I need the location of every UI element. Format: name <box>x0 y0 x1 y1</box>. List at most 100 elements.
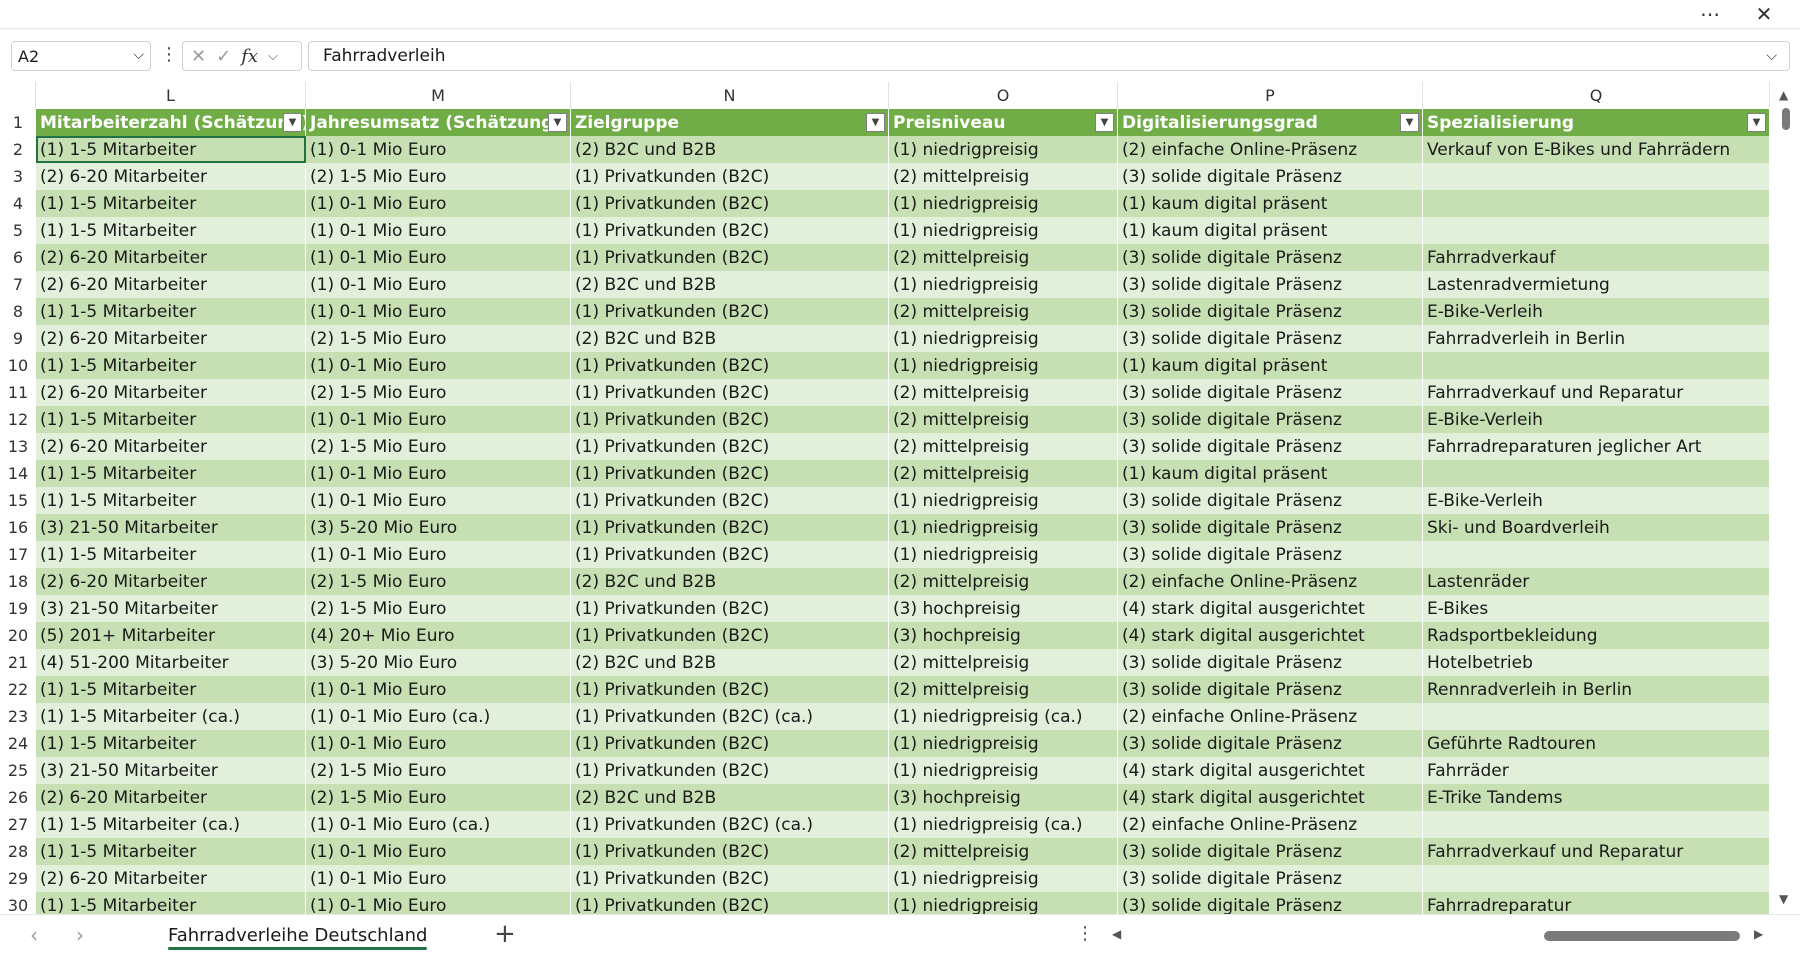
row-number[interactable]: 6 <box>0 244 36 271</box>
table-cell[interactable]: (2) einfache Online-Präsenz <box>1118 811 1423 838</box>
table-cell[interactable]: Ski- und Boardverleih <box>1423 514 1770 541</box>
more-options-icon[interactable]: ⋯ <box>1688 0 1732 28</box>
table-cell[interactable]: (1) 1-5 Mitarbeiter <box>36 541 306 568</box>
table-cell[interactable]: (4) 20+ Mio Euro <box>306 622 571 649</box>
table-cell[interactable]: (1) 1-5 Mitarbeiter <box>36 217 306 244</box>
row-number[interactable]: 18 <box>0 568 36 595</box>
filter-dropdown-icon[interactable]: ▼ <box>866 113 885 132</box>
table-cell[interactable]: (3) 21-50 Mitarbeiter <box>36 757 306 784</box>
table-cell[interactable]: (1) Privatkunden (B2C) <box>571 595 889 622</box>
table-cell[interactable]: (3) solide digitale Präsenz <box>1118 541 1423 568</box>
table-cell[interactable]: (1) Privatkunden (B2C) <box>571 676 889 703</box>
table-cell[interactable]: (1) Privatkunden (B2C) <box>571 244 889 271</box>
vertical-dots-icon[interactable]: ⋮ <box>1076 923 1094 944</box>
chevron-down-icon[interactable]: ⌵ <box>268 49 278 64</box>
vertical-dots-icon[interactable]: ⋮ <box>160 44 178 65</box>
table-cell[interactable]: (1) niedrigpreisig (ca.) <box>889 703 1118 730</box>
table-cell[interactable]: (1) Privatkunden (B2C) <box>571 730 889 757</box>
row-number[interactable]: 13 <box>0 433 36 460</box>
filter-dropdown-icon[interactable]: ▼ <box>1400 113 1419 132</box>
table-cell[interactable]: (1) Privatkunden (B2C) <box>571 298 889 325</box>
table-cell[interactable]: (1) 1-5 Mitarbeiter <box>36 487 306 514</box>
table-cell[interactable]: (1) Privatkunden (B2C) <box>571 757 889 784</box>
table-cell[interactable]: (2) B2C und B2B <box>571 784 889 811</box>
table-cell[interactable]: (3) solide digitale Präsenz <box>1118 406 1423 433</box>
row-number[interactable]: 4 <box>0 190 36 217</box>
row-number[interactable]: 21 <box>0 649 36 676</box>
table-cell[interactable]: (1) kaum digital präsent <box>1118 217 1423 244</box>
table-cell[interactable]: Fahrradreparaturen jeglicher Art <box>1423 433 1770 460</box>
confirm-icon[interactable]: ✓ <box>216 46 231 67</box>
table-cell[interactable]: Fahrräder <box>1423 757 1770 784</box>
table-cell[interactable]: (3) solide digitale Präsenz <box>1118 298 1423 325</box>
table-cell[interactable]: (2) 6-20 Mitarbeiter <box>36 865 306 892</box>
expand-formula-icon[interactable]: ⌵ <box>1766 48 1777 64</box>
table-cell[interactable]: (1) 0-1 Mio Euro <box>306 541 571 568</box>
table-cell[interactable]: (4) 51-200 Mitarbeiter <box>36 649 306 676</box>
table-cell[interactable]: (2) mittelpreisig <box>889 649 1118 676</box>
table-cell[interactable] <box>1423 811 1770 838</box>
row-number[interactable]: 25 <box>0 757 36 784</box>
table-cell[interactable]: (2) 1-5 Mio Euro <box>306 568 571 595</box>
table-cell[interactable]: (1) 1-5 Mitarbeiter <box>36 676 306 703</box>
table-cell[interactable]: (1) 0-1 Mio Euro <box>306 352 571 379</box>
table-cell[interactable]: (2) 6-20 Mitarbeiter <box>36 568 306 595</box>
row-number[interactable]: 9 <box>0 325 36 352</box>
table-cell[interactable]: (2) mittelpreisig <box>889 163 1118 190</box>
table-cell[interactable]: (2) B2C und B2B <box>571 271 889 298</box>
table-cell[interactable]: (2) 6-20 Mitarbeiter <box>36 325 306 352</box>
table-cell[interactable]: (3) solide digitale Präsenz <box>1118 730 1423 757</box>
table-cell[interactable]: (1) niedrigpreisig <box>889 730 1118 757</box>
header-cell[interactable]: Jahresumsatz (Schätzung) ▼ <box>306 109 571 136</box>
table-cell[interactable]: (1) 0-1 Mio Euro <box>306 271 571 298</box>
row-number[interactable]: 7 <box>0 271 36 298</box>
row-number[interactable]: 22 <box>0 676 36 703</box>
table-cell[interactable]: Fahrradverkauf <box>1423 244 1770 271</box>
table-cell[interactable]: (1) Privatkunden (B2C) <box>571 379 889 406</box>
row-number[interactable]: 28 <box>0 838 36 865</box>
table-cell[interactable]: (1) 0-1 Mio Euro <box>306 838 571 865</box>
row-number[interactable]: 11 <box>0 379 36 406</box>
sheet-tab-active[interactable]: Fahrradverleihe Deutschland <box>156 919 439 952</box>
table-cell[interactable]: (3) hochpreisig <box>889 595 1118 622</box>
table-cell[interactable]: (1) niedrigpreisig <box>889 892 1118 914</box>
table-cell[interactable] <box>1423 865 1770 892</box>
table-cell[interactable]: Fahrradverkauf und Reparatur <box>1423 838 1770 865</box>
table-cell[interactable]: (2) mittelpreisig <box>889 460 1118 487</box>
table-cell[interactable]: (1) 0-1 Mio Euro <box>306 244 571 271</box>
table-cell[interactable]: (1) Privatkunden (B2C) <box>571 541 889 568</box>
table-cell[interactable]: (2) mittelpreisig <box>889 433 1118 460</box>
table-cell[interactable]: (2) mittelpreisig <box>889 406 1118 433</box>
select-all-corner[interactable] <box>0 82 36 108</box>
table-cell[interactable]: (2) mittelpreisig <box>889 298 1118 325</box>
column-header[interactable]: O <box>889 82 1118 108</box>
table-cell[interactable]: (1) 0-1 Mio Euro <box>306 730 571 757</box>
table-cell[interactable]: (1) Privatkunden (B2C) <box>571 622 889 649</box>
table-cell[interactable]: (3) solide digitale Präsenz <box>1118 325 1423 352</box>
table-cell[interactable]: (1) 0-1 Mio Euro <box>306 298 571 325</box>
table-cell[interactable]: (2) einfache Online-Präsenz <box>1118 703 1423 730</box>
table-cell[interactable]: (1) 0-1 Mio Euro <box>306 460 571 487</box>
filter-dropdown-icon[interactable]: ▼ <box>1095 113 1114 132</box>
table-cell[interactable]: (2) B2C und B2B <box>571 325 889 352</box>
table-cell[interactable]: (2) einfache Online-Präsenz <box>1118 136 1423 163</box>
table-cell[interactable] <box>1423 217 1770 244</box>
table-cell[interactable]: (1) kaum digital präsent <box>1118 190 1423 217</box>
name-box[interactable]: A2 ⌵ <box>11 41 151 71</box>
insert-function-icon[interactable]: fx <box>241 46 258 67</box>
scroll-left-icon[interactable]: ◀ <box>1112 927 1121 941</box>
table-cell[interactable]: (1) Privatkunden (B2C) <box>571 352 889 379</box>
table-cell[interactable]: (1) 0-1 Mio Euro <box>306 487 571 514</box>
table-cell[interactable]: E-Bike-Verleih <box>1423 298 1770 325</box>
table-cell[interactable]: (2) mittelpreisig <box>889 568 1118 595</box>
row-number[interactable]: 17 <box>0 541 36 568</box>
row-number[interactable]: 26 <box>0 784 36 811</box>
table-cell[interactable]: (1) 1-5 Mitarbeiter <box>36 892 306 914</box>
prev-sheet-icon[interactable]: ‹ <box>30 923 38 947</box>
table-cell[interactable]: (4) stark digital ausgerichtet <box>1118 595 1423 622</box>
filter-dropdown-icon[interactable]: ▼ <box>548 113 567 132</box>
vertical-scrollbar[interactable]: ▲ ▼ <box>1773 82 1799 914</box>
column-header[interactable]: Q <box>1423 82 1770 108</box>
table-cell[interactable]: (2) 1-5 Mio Euro <box>306 325 571 352</box>
table-cell[interactable]: (1) niedrigpreisig <box>889 217 1118 244</box>
